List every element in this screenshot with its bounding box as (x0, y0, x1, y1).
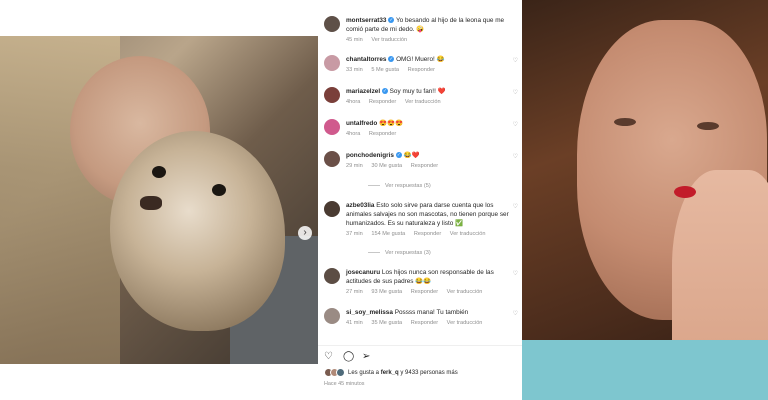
avatar[interactable] (324, 119, 340, 135)
lion-cub (110, 131, 285, 331)
avatar[interactable] (324, 87, 340, 103)
post-photo-woman-kissing-lion-cub: › (0, 36, 318, 364)
chevron-right-icon[interactable]: › (298, 226, 312, 240)
likes-count[interactable]: 154 Me gusta (371, 231, 405, 237)
comment-time: 29 min (346, 163, 363, 169)
reply-link[interactable]: Responder (408, 67, 435, 73)
heart-icon[interactable]: ♡ (513, 153, 518, 160)
translate-link[interactable]: Ver traducción (447, 289, 483, 295)
reply-link[interactable]: Responder (411, 163, 438, 169)
post-actions: ♡ ◯ ➢ (324, 351, 373, 362)
comment-time: 37 min (346, 231, 363, 237)
reply-link[interactable]: Responder (414, 231, 441, 237)
reply-link[interactable]: Responder (369, 131, 396, 137)
comment-time: 41 min (346, 320, 363, 326)
heart-icon[interactable]: ♡ (324, 351, 335, 362)
verified-badge-icon: ✓ (388, 56, 395, 63)
likes-summary: Les gusta a ferk_q y 9433 personas más (324, 368, 458, 377)
comment-text: 😂❤️ (403, 152, 420, 159)
avatar[interactable] (324, 151, 340, 167)
comment-time: 27 min (346, 289, 363, 295)
comment-username[interactable]: ponchodenigris (346, 152, 394, 159)
share-icon[interactable]: ➢ (362, 351, 373, 362)
comment-time: 4hora (346, 99, 361, 105)
comment-text: Soy muy tu fan!! ❤️ (389, 88, 446, 95)
avatar[interactable] (324, 268, 340, 284)
comment-icon[interactable]: ◯ (343, 351, 354, 362)
comment-time: 33 min (346, 67, 363, 73)
likes-text[interactable]: Les gusta a ferk_q y 9433 personas más (348, 370, 458, 376)
verified-badge-icon: ✓ (395, 152, 402, 159)
heart-icon[interactable]: ♡ (513, 203, 518, 210)
comment-username[interactable]: mariazelzel (346, 88, 380, 95)
divider (318, 345, 522, 346)
avatar[interactable] (324, 201, 340, 217)
translate-link[interactable]: Ver traducción (405, 99, 441, 105)
reply-link[interactable]: Responder (411, 320, 438, 326)
translate-link[interactable]: Ver traducción (450, 231, 486, 237)
verified-badge-icon: ✓ (388, 17, 395, 24)
avatar[interactable] (324, 16, 340, 32)
reply-link[interactable]: Responder (369, 99, 396, 105)
comment-text: Possss mana! Tu también (394, 309, 469, 316)
heart-icon[interactable]: ♡ (513, 57, 518, 64)
avatar (336, 368, 345, 377)
comment-text: 😍😍😍 (379, 120, 403, 127)
heart-icon[interactable]: ♡ (513, 89, 518, 96)
comments-panel: montserrat33 ✓ Yo besando al hijo de la … (318, 0, 522, 400)
comment-text: OMG! Muero! 😂 (396, 56, 445, 63)
comment-time: 45 min (346, 37, 363, 43)
translate-link[interactable]: Ver traducción (447, 320, 483, 326)
heart-icon[interactable]: ♡ (513, 121, 518, 128)
comment-username[interactable]: azbe03lia (346, 202, 374, 209)
comment-username[interactable]: chantaltorres (346, 56, 387, 63)
likes-count[interactable]: 93 Me gusta (371, 289, 402, 295)
translate-link[interactable]: Ver traducción (371, 37, 407, 43)
right-image-panel (522, 0, 768, 400)
avatar[interactable] (324, 308, 340, 324)
liker-username[interactable]: ferk_q (381, 370, 399, 376)
see-replies-link[interactable]: Ver respuestas (3) (368, 250, 431, 256)
see-replies-link[interactable]: Ver respuestas (5) (368, 183, 431, 189)
verified-badge-icon: ✓ (381, 88, 388, 95)
likes-count[interactable]: 30 Me gusta (371, 163, 402, 169)
reply-link[interactable]: Responder (411, 289, 438, 295)
post-timestamp: Hace 45 minutos (324, 381, 365, 387)
heart-icon[interactable]: ♡ (513, 310, 518, 317)
likes-count[interactable]: 5 Me gusta (371, 67, 399, 73)
avatar[interactable] (324, 55, 340, 71)
comment-username[interactable]: untalfredo (346, 120, 377, 127)
bandaged-finger (674, 186, 696, 198)
comment-username[interactable]: montserrat33 (346, 17, 387, 24)
comment-username[interactable]: si_soy_melissa (346, 309, 393, 316)
comment-time: 4hora (346, 131, 361, 137)
left-image-panel: › (0, 0, 318, 400)
comment-username[interactable]: josecanuru (346, 269, 380, 276)
likes-count[interactable]: 35 Me gusta (371, 320, 402, 326)
heart-icon[interactable]: ♡ (513, 270, 518, 277)
